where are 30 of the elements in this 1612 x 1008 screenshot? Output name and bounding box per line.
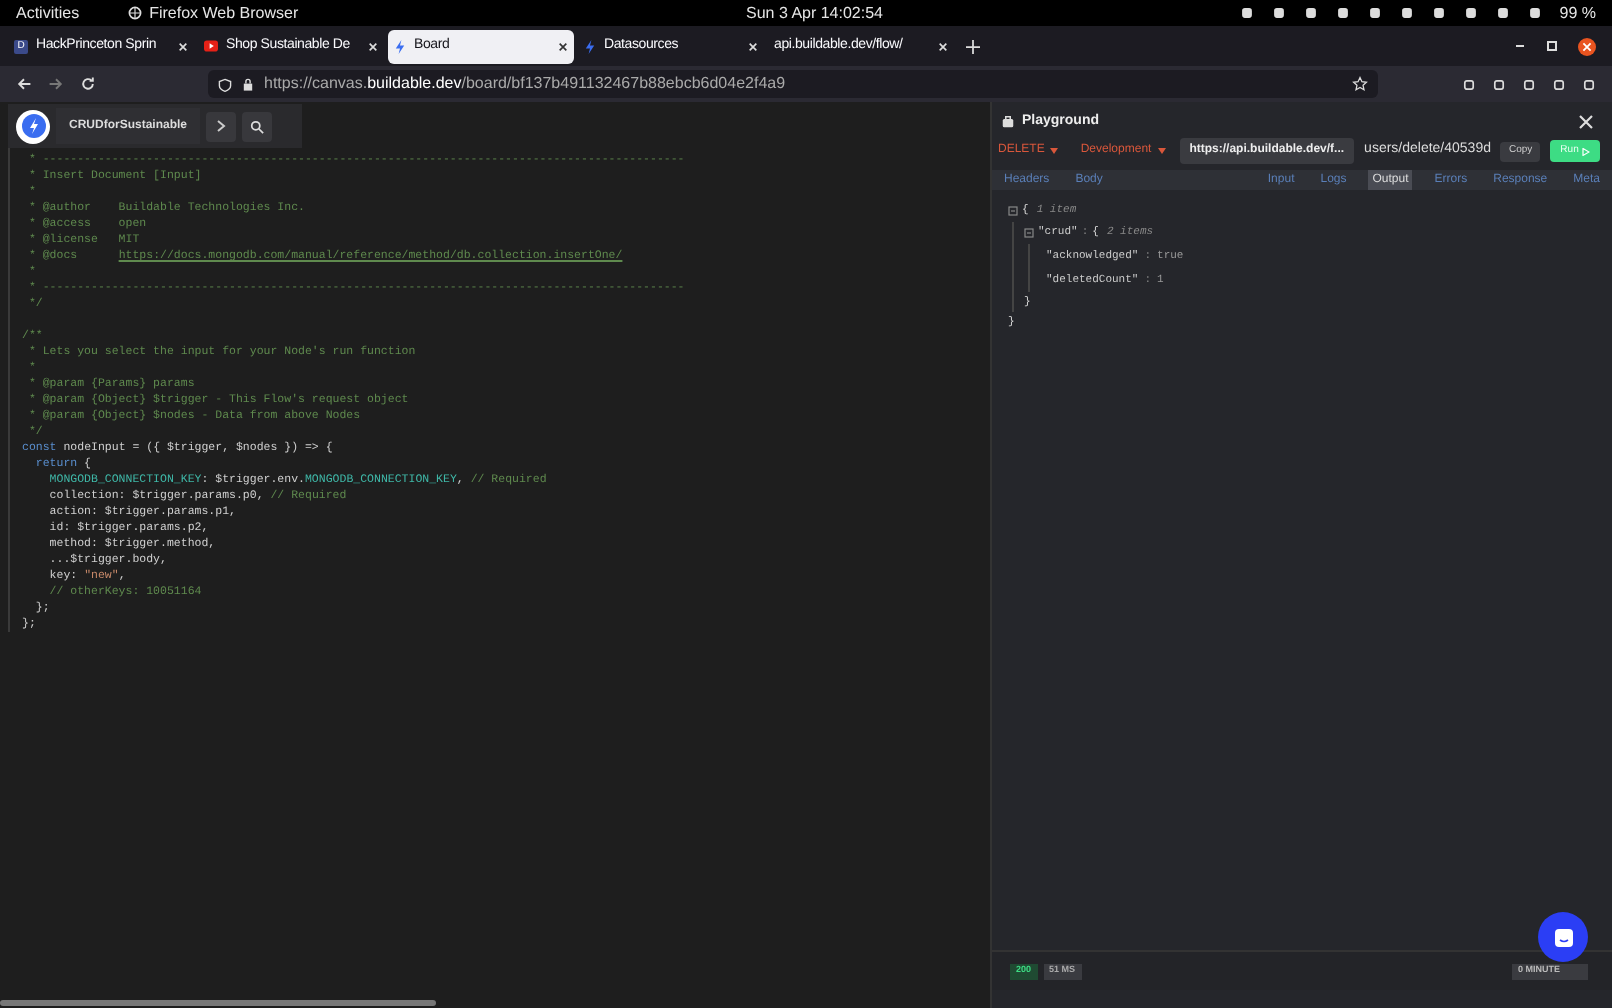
close-window-icon[interactable] [1578, 37, 1596, 55]
bolt-icon [394, 39, 406, 53]
briefcase-icon [1002, 116, 1014, 128]
search-button[interactable] [242, 111, 272, 141]
bolt-icon [584, 39, 596, 53]
lock-icon [242, 77, 254, 91]
globe-icon [127, 6, 142, 20]
caret-icon [1157, 148, 1166, 154]
video-icon [204, 40, 218, 52]
minimize-icon[interactable] [1514, 40, 1526, 52]
close-icon[interactable] [558, 41, 568, 51]
clock[interactable]: Sun 3 Apr 14:02:54 [746, 1, 883, 25]
activities-button[interactable]: Activities [16, 1, 80, 25]
chevron-icon [216, 120, 226, 132]
star-icon[interactable] [1352, 76, 1368, 92]
scrollbar[interactable] [0, 1000, 436, 1006]
caret-icon [1050, 148, 1059, 154]
play-icon [1582, 147, 1591, 155]
maximize-icon[interactable] [1546, 40, 1558, 52]
reload-icon[interactable] [80, 76, 96, 92]
collapse-icon[interactable] [1024, 228, 1034, 238]
add-tab-icon[interactable] [966, 39, 980, 53]
address-bar[interactable]: https://canvas.buildable.dev/board/bf137b491132467b88ebcb6d04e2f4a9 [208, 70, 1378, 98]
forward-icon[interactable] [48, 76, 64, 92]
app-name[interactable]: Firefox Web Browser [149, 1, 299, 25]
expand-button[interactable] [206, 111, 236, 141]
search-icon [250, 119, 264, 133]
back-icon[interactable] [16, 76, 32, 92]
collapse-icon[interactable] [1008, 206, 1018, 216]
battery-level: 99 % [1559, 1, 1596, 25]
